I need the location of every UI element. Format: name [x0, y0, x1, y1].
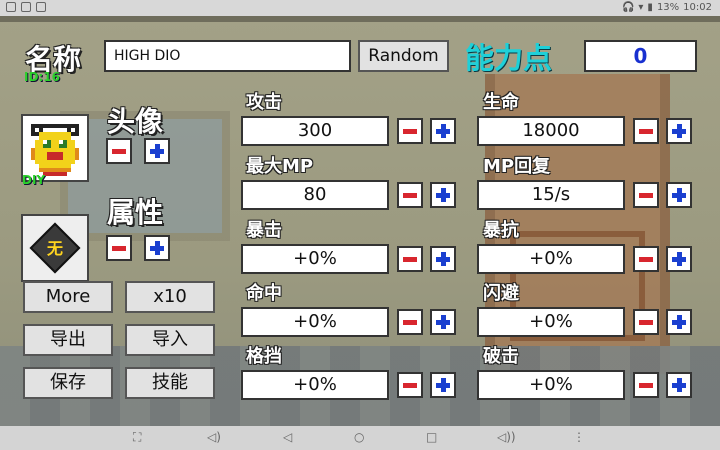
pierce-value: +0%: [477, 370, 625, 400]
pixel-face-icon: [23, 116, 87, 180]
avatar-next-button[interactable]: [144, 138, 170, 164]
recents-icon[interactable]: □: [426, 430, 437, 444]
mp-regen-minus-button[interactable]: [633, 182, 659, 208]
voicemail-icon: [6, 2, 16, 12]
attack-label: 攻击: [246, 92, 282, 113]
block-plus-button[interactable]: [430, 372, 456, 398]
attribute-next-button[interactable]: [144, 235, 170, 261]
crit-minus-button[interactable]: [397, 246, 423, 272]
hp-label: 生命: [483, 92, 519, 113]
hp-plus-button[interactable]: [666, 118, 692, 144]
headphones-icon: 🎧: [621, 2, 635, 13]
attack-plus-button[interactable]: [430, 118, 456, 144]
mp-regen-value: 15/s: [477, 180, 625, 210]
attribute-badge[interactable]: 无: [21, 214, 89, 282]
max-mp-minus-button[interactable]: [397, 182, 423, 208]
crit-resist-value: +0%: [477, 244, 625, 274]
id-label: ID:16: [24, 70, 60, 84]
game-screen: 名称 ID:16 HIGH DIO Random 能力点 0 DIY 头像 属性…: [0, 16, 720, 426]
hit-plus-button[interactable]: [430, 309, 456, 335]
hp-minus-button[interactable]: [633, 118, 659, 144]
avatar-prev-button[interactable]: [106, 138, 132, 164]
crit-resist-minus-button[interactable]: [633, 246, 659, 272]
crit-resist-plus-button[interactable]: [666, 246, 692, 272]
image-icon: [36, 2, 46, 12]
skills-button[interactable]: 技能: [125, 367, 215, 399]
import-button[interactable]: 导入: [125, 324, 215, 356]
avatar[interactable]: [21, 114, 89, 182]
volume-down-icon[interactable]: ◁): [207, 430, 221, 444]
hit-label: 命中: [246, 283, 282, 304]
home-icon[interactable]: ○: [354, 430, 364, 444]
hit-value: +0%: [241, 307, 389, 337]
random-button[interactable]: Random: [358, 40, 449, 72]
clock: 10:02: [683, 2, 712, 13]
minus-icon: [112, 246, 126, 251]
attribute-label: 属性: [107, 196, 164, 229]
background-wall: [0, 16, 720, 22]
more-button[interactable]: More: [23, 281, 113, 313]
attack-minus-button[interactable]: [397, 118, 423, 144]
hp-value: 18000: [477, 116, 625, 146]
back-icon[interactable]: ◁: [283, 430, 292, 444]
status-bar: 🎧 ▾ ▮ 13% 10:02: [0, 0, 720, 16]
mp-regen-label: MP回复: [483, 156, 551, 177]
max-mp-label: 最大MP: [246, 156, 314, 177]
battery-percent: 13%: [656, 2, 680, 13]
x10-button[interactable]: x10: [125, 281, 215, 313]
dodge-plus-button[interactable]: [666, 309, 692, 335]
crit-plus-button[interactable]: [430, 246, 456, 272]
volume-up-icon[interactable]: ◁)): [497, 430, 516, 444]
crit-label: 暴击: [246, 220, 282, 241]
battery-icon: ▮: [647, 2, 653, 13]
mail-icon: [21, 2, 31, 12]
dodge-minus-button[interactable]: [633, 309, 659, 335]
menu-icon[interactable]: ⋮: [573, 430, 585, 444]
block-label: 格挡: [246, 346, 282, 367]
max-mp-value: 80: [241, 180, 389, 210]
minus-icon: [112, 149, 126, 154]
crit-resist-label: 暴抗: [483, 220, 519, 241]
pierce-plus-button[interactable]: [666, 372, 692, 398]
block-value: +0%: [241, 370, 389, 400]
attack-value: 300: [241, 116, 389, 146]
avatar-label: 头像: [107, 105, 164, 138]
diy-label: DIY: [22, 173, 46, 187]
ability-points-label: 能力点: [465, 41, 553, 75]
ability-points-value: 0: [584, 40, 697, 72]
wifi-icon: ▾: [638, 2, 644, 13]
dodge-label: 闪避: [483, 283, 519, 304]
hit-minus-button[interactable]: [397, 309, 423, 335]
crit-value: +0%: [241, 244, 389, 274]
pierce-label: 破击: [483, 346, 519, 367]
block-minus-button[interactable]: [397, 372, 423, 398]
mp-regen-plus-button[interactable]: [666, 182, 692, 208]
export-button[interactable]: 导出: [23, 324, 113, 356]
pierce-minus-button[interactable]: [633, 372, 659, 398]
name-input[interactable]: HIGH DIO: [104, 40, 351, 72]
max-mp-plus-button[interactable]: [430, 182, 456, 208]
attribute-value: 无: [46, 239, 63, 258]
navigation-bar: ⛶ ◁) ◁ ○ □ ◁)) ⋮: [0, 426, 720, 450]
save-button[interactable]: 保存: [23, 367, 113, 399]
screenshot-icon[interactable]: ⛶: [133, 430, 141, 445]
attribute-prev-button[interactable]: [106, 235, 132, 261]
dodge-value: +0%: [477, 307, 625, 337]
